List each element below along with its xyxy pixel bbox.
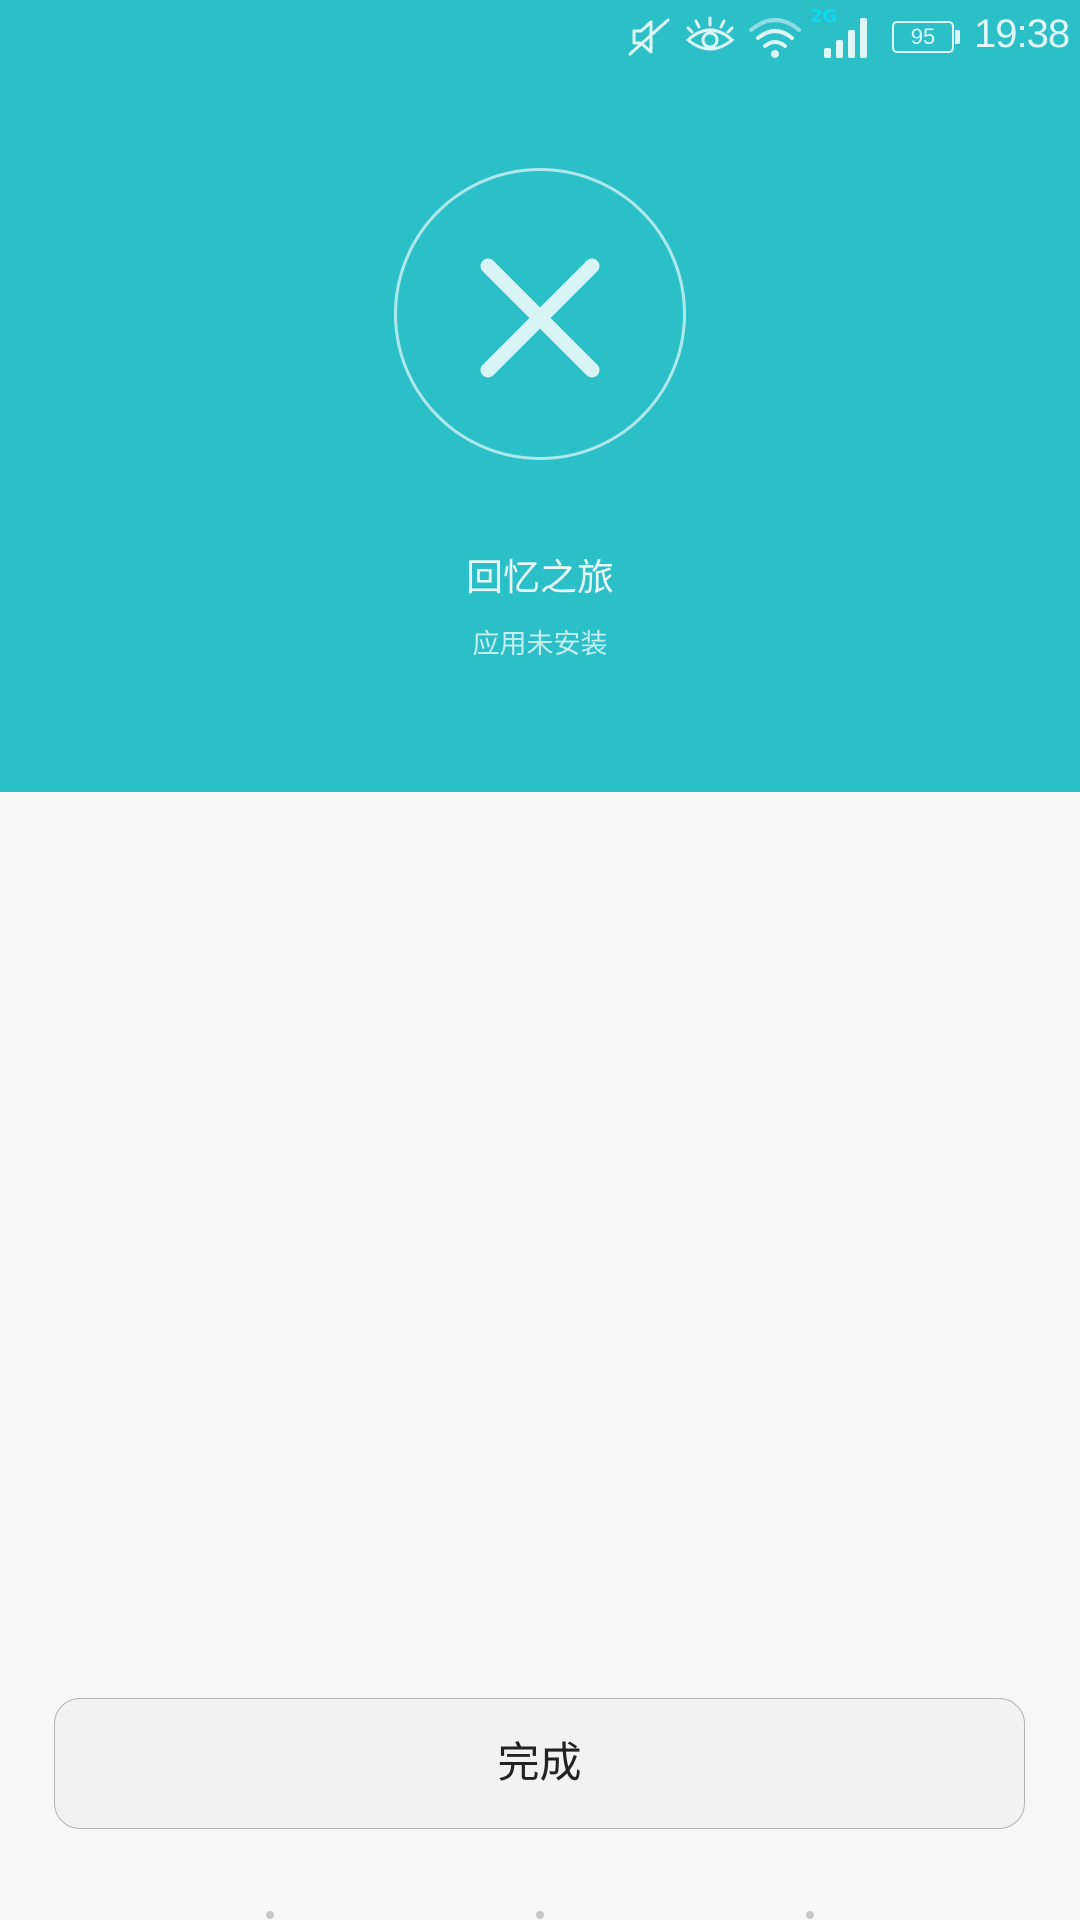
app-name: 回忆之旅: [466, 556, 614, 599]
signal-icon: [824, 18, 867, 58]
eye-comfort-icon: [685, 16, 735, 51]
done-button[interactable]: 完成: [54, 1698, 1025, 1829]
wifi-icon: [749, 18, 801, 58]
install-result-screen: 2G 95 19:38 回忆之旅 应用未安装 完成: [0, 0, 1080, 1920]
result-header-panel: 2G 95 19:38 回忆之旅 应用未安装: [0, 0, 1080, 792]
nav-indicator-dot: [536, 1911, 544, 1919]
close-icon: [480, 258, 600, 378]
battery-icon: 95: [892, 21, 954, 53]
status-bar: 2G 95 19:38: [0, 0, 1080, 76]
install-status-text: 应用未安装: [472, 629, 608, 660]
nav-indicator-dot: [266, 1911, 274, 1919]
battery-level: 95: [910, 24, 936, 49]
nav-indicator-dot: [806, 1911, 814, 1919]
mute-icon: [628, 18, 670, 56]
status-clock: 19:38: [974, 12, 1070, 56]
battery-tip: [955, 30, 960, 44]
